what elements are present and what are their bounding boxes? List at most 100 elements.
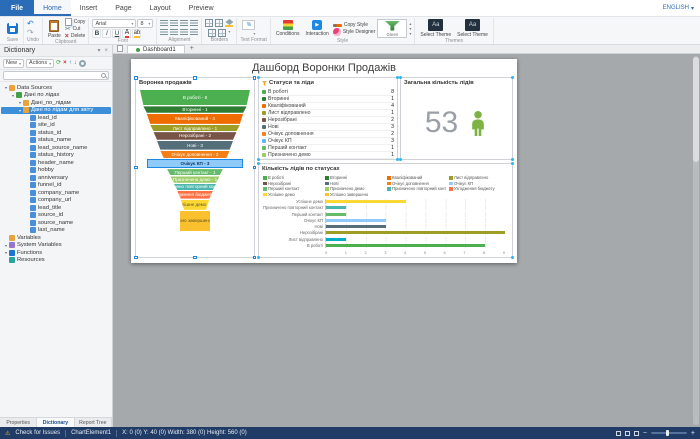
tree-item[interactable]: hobby [1, 167, 111, 175]
panel-tab-properties[interactable]: Properties [0, 418, 38, 427]
align-right-icon[interactable] [180, 29, 189, 36]
selection-handle[interactable] [134, 76, 138, 80]
select-theme-button-2[interactable]: Aa Select Theme [455, 19, 490, 38]
border-outside-icon[interactable] [215, 19, 224, 27]
actions-dropdown[interactable]: Actions ▾ [26, 58, 55, 68]
selection-handle[interactable] [134, 165, 138, 169]
zoom-in-button[interactable]: + [691, 430, 695, 437]
bold-button[interactable]: B [92, 29, 102, 38]
tree-item[interactable]: ▾ Дані по лідам для звіту [1, 106, 111, 114]
ribbon-tab-insert[interactable]: Insert [71, 0, 107, 16]
language-selector[interactable]: ENGLISH ▾ [663, 0, 700, 16]
refresh-icon[interactable]: ⟳ [56, 60, 61, 67]
dashboard-page[interactable]: Дашборд Воронки Продажів Воронка продажі… [131, 59, 517, 263]
style-gallery-item[interactable]: Green [377, 19, 408, 38]
align-top-icon[interactable] [160, 20, 169, 27]
font-color-button[interactable]: A [122, 29, 132, 38]
selection-handle[interactable] [252, 76, 256, 80]
move-down-icon[interactable]: ↓ [74, 60, 77, 67]
view-mode-continuous-icon[interactable] [624, 430, 630, 436]
tab-dashboard1[interactable]: Dashboard1 [127, 45, 185, 53]
ribbon-tab-layout[interactable]: Layout [141, 0, 180, 16]
check-for-issues-button[interactable]: Check for Issues [15, 430, 60, 436]
font-size-select[interactable]: 8 ▾ [137, 19, 154, 28]
add-page-button[interactable]: + [185, 45, 199, 53]
gallery-down-icon[interactable]: ▾ [409, 26, 411, 31]
funnel-panel[interactable]: Воронка продажів В роботі - 8 Вторинні - … [134, 76, 256, 259]
total-leads-panel[interactable]: Загальна кількість лідів 53 [399, 76, 514, 161]
align-center-icon[interactable] [170, 29, 179, 36]
cut-button[interactable]: ✂ Cut [65, 26, 86, 33]
border-style-icon[interactable] [218, 29, 227, 37]
font-family-select[interactable]: Arial ▾ [92, 19, 137, 28]
select-theme-button-1[interactable]: Aa Select Theme [418, 19, 453, 38]
copy-button[interactable]: Copy [64, 18, 85, 26]
gallery-more-icon[interactable]: ▾ [409, 31, 411, 36]
conditions-button[interactable]: Conditions [274, 20, 302, 37]
save-button[interactable] [5, 22, 20, 34]
panel-menu-icon[interactable]: ▾ [97, 48, 100, 54]
zoom-slider-thumb[interactable] [665, 430, 669, 436]
ribbon-tab-preview[interactable]: Preview [180, 0, 223, 16]
tree-item[interactable]: lead_source_name [1, 144, 111, 152]
view-mode-single-icon[interactable] [615, 430, 621, 436]
style-designer-button[interactable]: Style Designer [332, 28, 375, 36]
underline-button[interactable]: U [112, 29, 122, 38]
italic-button[interactable]: I [102, 29, 112, 38]
gallery-up-icon[interactable]: ▴ [409, 21, 411, 26]
tree-item[interactable]: last_name [1, 227, 111, 235]
chevron-down-icon[interactable]: ▾ [228, 29, 230, 37]
bar-chart-panel[interactable]: Кількість лідів по статусах В роботі Втор… [257, 162, 514, 259]
selection-handle[interactable] [193, 76, 197, 80]
tree-item[interactable]: ▾ Data Sources [1, 84, 111, 92]
undo-icon[interactable]: ↶ [27, 19, 34, 28]
ribbon-tab-page[interactable]: Page [106, 0, 140, 16]
scrollbar-thumb[interactable] [693, 57, 699, 162]
fill-color-icon[interactable] [225, 19, 234, 27]
paste-button[interactable]: Paste [46, 19, 63, 39]
tree-item[interactable]: Variables [1, 234, 111, 242]
copy-style-button[interactable]: Copy Style [332, 22, 376, 28]
tree-item[interactable]: lead_title [1, 204, 111, 212]
search-input[interactable] [6, 72, 99, 79]
tree-item[interactable]: company_url [1, 197, 111, 205]
zoom-slider[interactable] [650, 430, 687, 436]
tree-item[interactable]: ▾ Functions [1, 249, 111, 257]
panel-tab-report-tree[interactable]: Report Tree [75, 418, 112, 427]
tree-item[interactable]: anniversary [1, 174, 111, 182]
move-up-icon[interactable]: ↑ [69, 60, 72, 67]
close-icon[interactable]: × [104, 48, 108, 54]
align-left-icon[interactable] [160, 29, 169, 36]
tree-item[interactable]: funnel_id [1, 182, 111, 190]
view-mode-width-icon[interactable] [633, 430, 639, 436]
interaction-button[interactable]: ▶ Interaction [303, 20, 330, 37]
tree-item[interactable]: site_id [1, 122, 111, 130]
tree-item[interactable]: company_name [1, 189, 111, 197]
search-box[interactable] [3, 71, 109, 80]
tree-item[interactable]: ▾ Дані_по_лідам [1, 99, 111, 107]
delete-item-icon[interactable]: × [63, 60, 67, 67]
align-middle-icon[interactable] [170, 20, 179, 27]
new-dropdown[interactable]: New ▾ [3, 58, 25, 68]
tree-item[interactable]: source_name [1, 219, 111, 227]
ribbon-tab-home[interactable]: Home [34, 0, 71, 16]
selection-handle[interactable] [252, 255, 256, 259]
tree-item[interactable]: ▾ System Variables [1, 242, 111, 250]
tree-item[interactable]: status_history [1, 152, 111, 160]
highlight-color-button[interactable]: ab [132, 29, 142, 38]
tree-item[interactable]: source_id [1, 212, 111, 220]
tree-item[interactable]: status_name [1, 137, 111, 145]
text-wrap-icon[interactable] [190, 20, 199, 27]
border-none-icon[interactable] [208, 29, 217, 37]
selection-handle[interactable] [252, 165, 256, 169]
text-format-button[interactable]: % ▾ [240, 20, 257, 36]
zoom-out-button[interactable]: − [643, 430, 647, 437]
tree-item[interactable]: status_id [1, 129, 111, 137]
tree-item[interactable]: header_name [1, 159, 111, 167]
gear-icon[interactable] [78, 59, 86, 67]
tree-item[interactable]: lead_id [1, 114, 111, 122]
selection-handle[interactable] [193, 255, 197, 259]
align-justify-icon[interactable] [190, 29, 199, 36]
selection-handle[interactable] [134, 255, 138, 259]
align-bottom-icon[interactable] [180, 20, 189, 27]
